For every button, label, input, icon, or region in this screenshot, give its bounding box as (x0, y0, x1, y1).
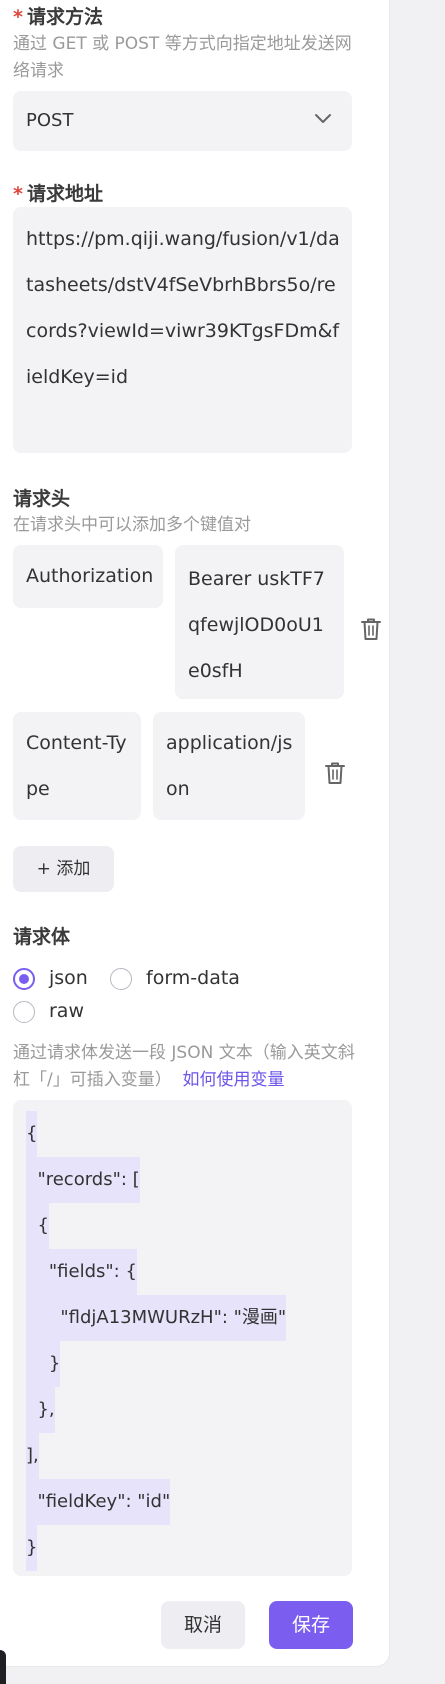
radio-raw[interactable]: raw (13, 1000, 93, 1026)
code-line: "records": [ (26, 1157, 140, 1203)
method-select-value: POST (26, 110, 74, 131)
code-line: "fields": { (26, 1249, 137, 1295)
radio-json[interactable]: json (13, 967, 93, 993)
code-line: "fieldKey": "id" (26, 1479, 171, 1525)
trash-icon[interactable] (324, 761, 346, 785)
body-description: 通过请求体发送一段 JSON 文本（输入英文斜杠「/」可插入变量） 如何使用变量 (13, 1040, 358, 1094)
header-key-input[interactable]: Authorization (13, 545, 163, 608)
radio-label: raw (49, 1000, 84, 1022)
method-title-text: 请求方法 (26, 6, 103, 28)
header-value-text: application/json (166, 732, 293, 800)
radio-circle (110, 968, 132, 990)
method-description: 通过 GET 或 POST 等方式向指定地址发送网络请求 (13, 34, 352, 81)
radio-label: form-data (146, 967, 240, 989)
radio-form-data[interactable]: form-data (110, 967, 250, 993)
radio-circle (13, 968, 35, 990)
add-header-button[interactable]: + 添加 (13, 846, 114, 892)
required-mark: * (13, 183, 23, 205)
save-button[interactable]: 保存 (269, 1601, 353, 1649)
code-line: { (26, 1203, 49, 1249)
header-key-value: Content-Type (26, 732, 127, 800)
required-mark: * (13, 6, 23, 28)
chevron-down-icon (315, 114, 331, 123)
header-value-text: Bearer uskTF7qfewjlOD0oU1e0sfH (188, 568, 325, 682)
radio-circle (13, 1001, 35, 1023)
trash-icon[interactable] (360, 617, 382, 641)
body-section-title: 请求体 (13, 926, 71, 948)
cancel-button[interactable]: 取消 (161, 1601, 245, 1649)
url-title-text: 请求地址 (26, 183, 103, 205)
headers-section-title: 请求头 (13, 488, 71, 510)
header-value-input[interactable]: application/json (153, 712, 305, 820)
url-input[interactable]: https://pm.qiji.wang/fusion/v1/datasheet… (13, 207, 352, 453)
code-line: { (26, 1111, 38, 1157)
code-line: ], (26, 1433, 39, 1479)
url-section-title: * 请求地址 (13, 179, 103, 206)
header-key-input[interactable]: Content-Type (13, 712, 141, 820)
method-section-title: * 请求方法 (13, 2, 103, 29)
code-line: } (26, 1525, 38, 1571)
use-variables-link[interactable]: 如何使用变量 (183, 1070, 285, 1090)
code-line: "fldjA13MWURzH": "漫画" (26, 1295, 287, 1341)
header-key-value: Authorization (26, 565, 154, 587)
json-editor[interactable]: { "records": [ { "fields": { "fldjA13MWU… (13, 1100, 352, 1576)
method-select[interactable]: POST (13, 91, 352, 151)
radio-label: json (49, 967, 88, 989)
request-config-panel: * 请求方法 通过 GET 或 POST 等方式向指定地址发送网络请求 POST … (0, 0, 390, 1667)
url-input-value: https://pm.qiji.wang/fusion/v1/datasheet… (26, 228, 340, 388)
header-value-input[interactable]: Bearer uskTF7qfewjlOD0oU1e0sfH (175, 545, 344, 699)
headers-description: 在请求头中可以添加多个键值对 (13, 515, 251, 535)
code-line: } (26, 1341, 61, 1387)
code-line: }, (26, 1387, 55, 1433)
window-edge (0, 1650, 6, 1684)
